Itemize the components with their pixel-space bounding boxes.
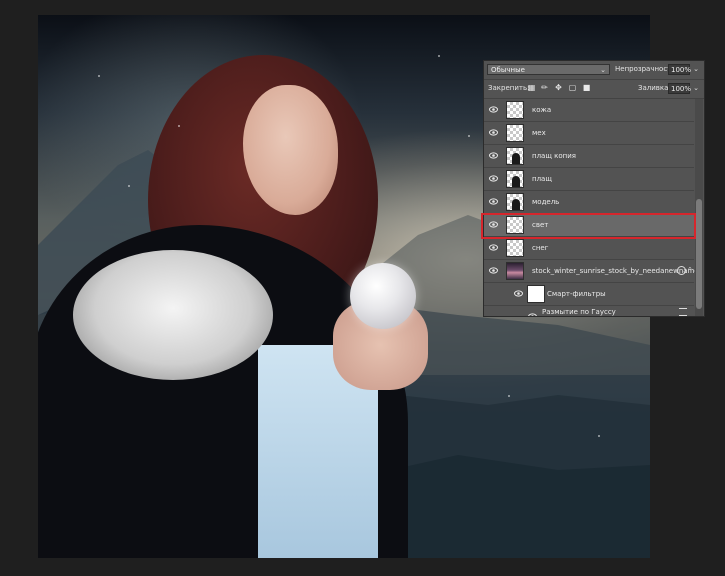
layer-thumbnail	[506, 193, 524, 211]
lock-paint-icon[interactable]: ✏	[540, 83, 549, 93]
layer-thumbnail	[506, 262, 524, 280]
snowflake	[598, 435, 600, 437]
eye-icon[interactable]	[514, 290, 523, 297]
layer-name: снег	[532, 244, 549, 252]
layer-thumbnail	[506, 101, 524, 119]
lock-move-icon[interactable]: ✥	[554, 83, 563, 93]
fill-input[interactable]: 100%	[668, 83, 691, 94]
lock-transparent-icon[interactable]: ▦	[527, 83, 536, 93]
filter-options-icon[interactable]	[679, 308, 687, 316]
eye-icon[interactable]	[489, 267, 498, 274]
layer-name: кожа	[532, 106, 552, 114]
snowflake	[98, 75, 100, 77]
layer-thumbnail	[506, 170, 524, 188]
layers-panel: Обычные ⌄ Непрозрачность: 100% ⌄ Закрепи…	[483, 60, 705, 317]
layer-row[interactable]: мех	[484, 122, 694, 145]
eye-icon[interactable]	[489, 244, 498, 251]
layer-row[interactable]: плащ	[484, 168, 694, 191]
eye-icon[interactable]	[528, 313, 537, 317]
layer-row[interactable]: модель	[484, 191, 694, 214]
lock-fill-row: Закрепить: ▦ ✏ ✥ ▢ ■ Заливка: 100% ⌄	[484, 80, 704, 99]
collapse-arrow-icon[interactable]: ⌃	[687, 266, 693, 274]
snowflake	[508, 395, 510, 397]
eye-icon[interactable]	[489, 152, 498, 159]
eye-icon[interactable]	[489, 106, 498, 113]
layer-row[interactable]: снег	[484, 237, 694, 260]
layer-thumbnail	[506, 147, 524, 165]
lock-all-icon[interactable]: ■	[582, 83, 591, 93]
snow-globe	[350, 263, 416, 329]
chevron-down-icon: ⌄	[600, 66, 606, 74]
layer-row[interactable]: stock_winter_sunrise_stock_by_needanewna…	[484, 260, 699, 283]
layer-thumbnail	[506, 216, 524, 234]
smart-object-icon	[677, 266, 686, 275]
opacity-dropdown-icon[interactable]: ⌄	[691, 64, 701, 75]
layer-row[interactable]: плащ копия	[484, 145, 694, 168]
blend-mode-select[interactable]: Обычные ⌄	[487, 64, 610, 75]
blend-opacity-row: Обычные ⌄ Непрозрачность: 100% ⌄	[484, 61, 704, 80]
fur-collar	[73, 250, 273, 380]
layer-name: свет	[532, 221, 549, 229]
filter-mask-thumbnail	[527, 285, 545, 303]
snowflake	[128, 185, 130, 187]
opacity-input[interactable]: 100%	[668, 64, 691, 75]
layer-name: мех	[532, 129, 546, 137]
layers-list: кожа мех плащ копия плащ модель свет сне…	[484, 99, 699, 317]
layer-row-selected[interactable]: свет	[484, 214, 694, 237]
layer-row[interactable]: кожа	[484, 99, 694, 122]
lock-label: Закрепить:	[488, 84, 530, 92]
layer-row-smart-filters[interactable]: Смарт-фильтры	[484, 283, 694, 306]
layer-name: Размытие по Гауссу	[542, 308, 616, 316]
eye-icon[interactable]	[489, 221, 498, 228]
layer-row-filter[interactable]: Размытие по Гауссу	[484, 306, 694, 317]
snowflake	[178, 125, 180, 127]
snowflake	[438, 55, 440, 57]
layer-name: модель	[532, 198, 560, 206]
layer-name: плащ копия	[532, 152, 577, 160]
layer-name: stock_winter_sunrise_stock_by_needanewna…	[532, 267, 699, 275]
scrollbar[interactable]	[695, 99, 703, 316]
layer-name: плащ	[532, 175, 552, 183]
scrollbar-thumb[interactable]	[696, 199, 702, 309]
snowflake	[468, 135, 470, 137]
blend-mode-value: Обычные	[491, 66, 525, 74]
layer-name: Смарт-фильтры	[547, 290, 606, 298]
fill-label: Заливка:	[638, 84, 671, 92]
layer-thumbnail	[506, 239, 524, 257]
lock-artboard-icon[interactable]: ▢	[568, 83, 577, 93]
eye-icon[interactable]	[489, 198, 498, 205]
eye-icon[interactable]	[489, 175, 498, 182]
eye-icon[interactable]	[489, 129, 498, 136]
layer-thumbnail	[506, 124, 524, 142]
fill-dropdown-icon[interactable]: ⌄	[691, 83, 701, 94]
